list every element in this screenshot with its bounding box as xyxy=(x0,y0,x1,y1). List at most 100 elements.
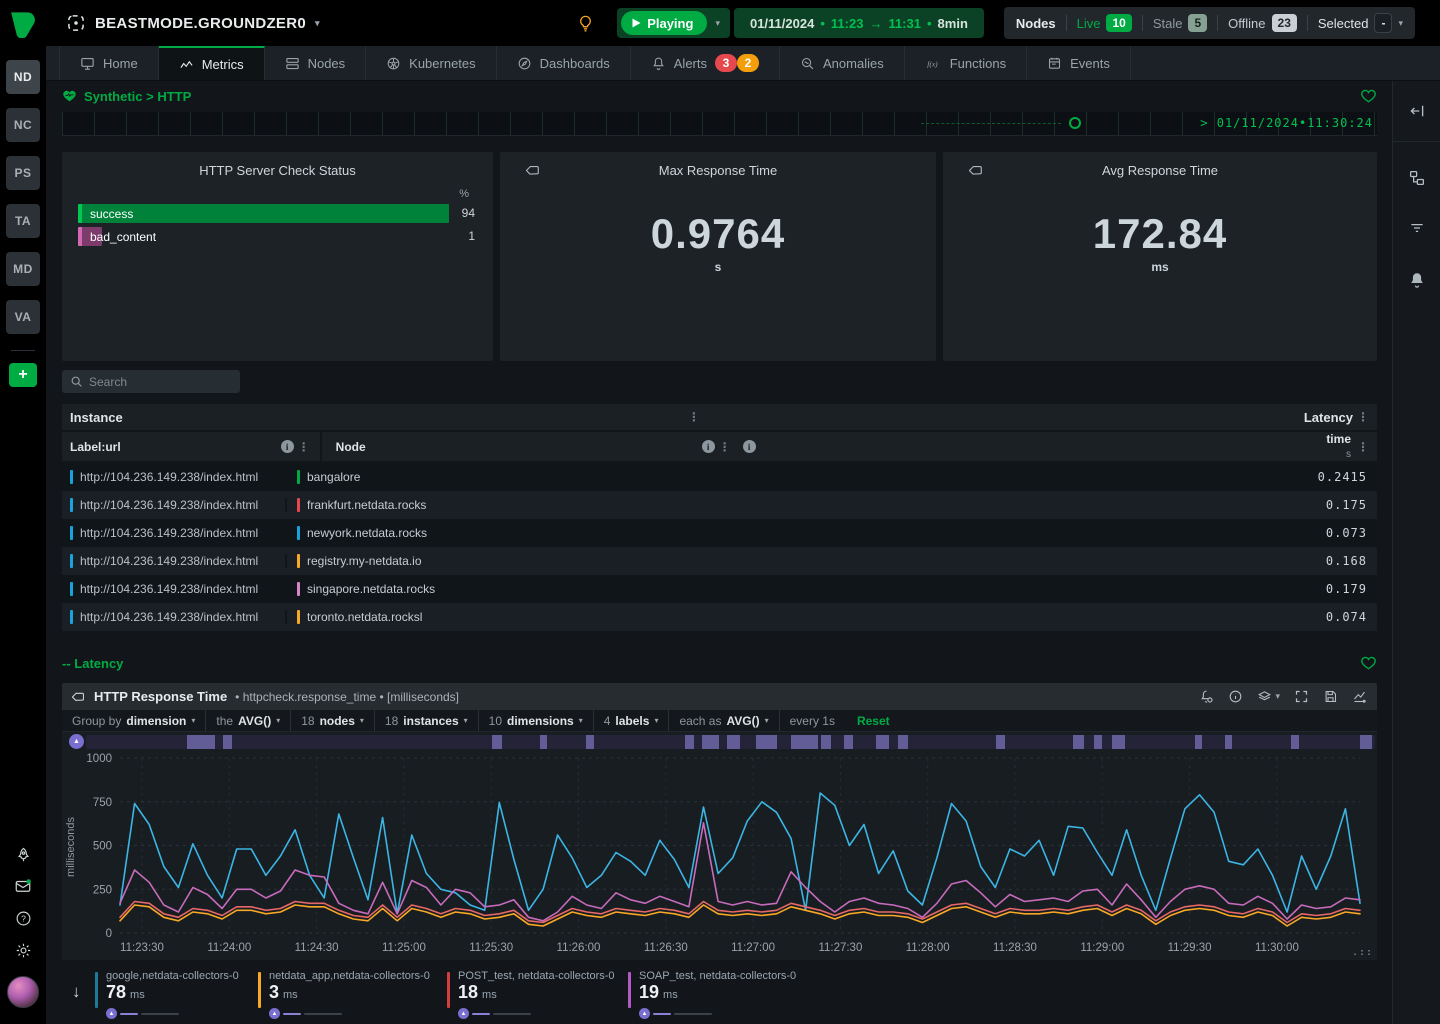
alerts-warning-badge[interactable]: 2 xyxy=(737,54,759,72)
annotate-icon[interactable] xyxy=(1352,689,1367,704)
aggregate-dropdown[interactable]: theAVG()▾ xyxy=(206,710,291,731)
anomaly-block xyxy=(821,735,831,749)
kebab-menu-icon[interactable]: ⋮ xyxy=(715,440,735,454)
reset-button[interactable]: Reset xyxy=(845,714,902,728)
status-bar[interactable]: bad_content 1 xyxy=(78,227,449,249)
table-row[interactable]: http://104.236.149.238/index.html bangal… xyxy=(62,463,1377,491)
table-row[interactable]: http://104.236.149.238/index.html newyor… xyxy=(62,519,1377,547)
space-name-dropdown[interactable]: BEASTMODE.GROUNDZER0 ▾ xyxy=(66,13,320,33)
nodes-dropdown[interactable]: 18nodes▾ xyxy=(291,710,375,731)
anomaly-slider[interactable]: ▲ xyxy=(106,1008,239,1019)
instance-group-header: Instance xyxy=(62,410,123,425)
anomaly-slider[interactable]: ▲ xyxy=(639,1008,796,1019)
kebab-menu-icon[interactable]: ⋮ xyxy=(684,410,704,424)
anomaly-block xyxy=(1195,735,1203,749)
tab-functions[interactable]: f(x) Functions xyxy=(905,46,1027,80)
search-box[interactable] xyxy=(62,370,240,393)
news-bulb-icon[interactable] xyxy=(576,14,595,33)
playhead-marker[interactable] xyxy=(1069,117,1081,129)
breadcrumb[interactable]: Synthetic > HTTP xyxy=(62,89,191,104)
info-icon[interactable]: i xyxy=(743,440,756,453)
playing-pill[interactable]: Playing xyxy=(621,11,707,35)
http-check-status-card[interactable]: HTTP Server Check Status % success 94 ba… xyxy=(62,152,493,361)
anomaly-slider[interactable]: ▲ xyxy=(269,1008,430,1019)
bell-icon xyxy=(651,56,666,71)
chart-type-dropdown-icon[interactable]: ▾ xyxy=(1257,689,1280,704)
netdata-logo[interactable] xyxy=(0,0,46,46)
fullscreen-icon[interactable] xyxy=(1294,689,1309,704)
alerts-critical-badge[interactable]: 3 xyxy=(715,54,737,72)
tab-kubernetes[interactable]: Kubernetes xyxy=(366,46,497,80)
kebab-menu-icon[interactable]: ⋮ xyxy=(294,440,314,454)
avg-response-time-card[interactable]: Avg Response Time 172.84 ms xyxy=(943,152,1377,361)
help-icon[interactable]: ? xyxy=(0,902,46,934)
nodes-offline-chip[interactable]: Offline 23 xyxy=(1228,14,1297,32)
anomaly-block xyxy=(1291,735,1299,749)
y-axis-tick-label: 500 xyxy=(93,841,112,853)
info-icon[interactable]: i xyxy=(281,440,294,453)
anomaly-block xyxy=(791,735,818,749)
table-row[interactable]: http://104.236.149.238/index.html regist… xyxy=(62,547,1377,575)
save-icon[interactable] xyxy=(1323,689,1338,704)
playback-control[interactable]: Playing ▾ xyxy=(617,8,730,38)
nodes-stale-chip[interactable]: Stale 5 xyxy=(1153,14,1207,32)
group-by-dropdown[interactable]: Group bydimension▾ xyxy=(62,710,206,731)
status-bar[interactable]: success 94 xyxy=(78,204,449,226)
info-circle-icon[interactable] xyxy=(1228,689,1243,704)
time-scrubber[interactable]: > 01/11/2024•11:30:24 xyxy=(62,112,1377,136)
space-tile-va[interactable]: VA xyxy=(6,300,40,334)
max-response-time-card[interactable]: Max Response Time 0.9764 s xyxy=(500,152,936,361)
line-chart-plot[interactable]: 11:23:3011:24:0011:24:3011:25:0011:25:30… xyxy=(62,751,1377,960)
nodes-live-chip[interactable]: Live 10 xyxy=(1077,14,1132,32)
info-icon[interactable]: i xyxy=(702,440,715,453)
legend-scroll-down-icon[interactable]: ↓ xyxy=(72,982,81,1002)
kebab-menu-icon[interactable]: ⋮ xyxy=(1353,410,1373,424)
each-as-dropdown[interactable]: each asAVG()▾ xyxy=(669,710,779,731)
tab-alerts[interactable]: Alerts 3 2 xyxy=(631,46,780,80)
tab-metrics[interactable]: Metrics xyxy=(159,46,265,80)
rocket-icon[interactable] xyxy=(0,838,46,870)
legend-item-netdata-app[interactable]: netdata_app,netdata-collectors-0 3ms ▲ xyxy=(258,970,430,1019)
url-color-mark xyxy=(70,610,73,624)
node-hierarchy-icon[interactable] xyxy=(1393,156,1440,200)
anomaly-block xyxy=(1112,735,1125,749)
legend-item-google[interactable]: google,netdata-collectors-0 78ms ▲ xyxy=(95,970,239,1019)
kebab-menu-icon[interactable]: ⋮ xyxy=(1353,440,1373,454)
user-avatar[interactable] xyxy=(7,976,39,1008)
legend-item-post-test[interactable]: POST_test, netdata-collectors-0 18ms ▲ xyxy=(447,970,615,1019)
time-from: 11:23 xyxy=(831,16,864,31)
table-row[interactable]: http://104.236.149.238/index.html toront… xyxy=(62,603,1377,631)
node-color-mark xyxy=(297,470,300,484)
add-space-button[interactable]: + xyxy=(9,363,37,387)
alert-settings-icon[interactable] xyxy=(1199,689,1214,704)
tab-nodes[interactable]: Nodes xyxy=(265,46,367,80)
collapse-panel-icon[interactable] xyxy=(1393,89,1440,133)
space-tile-nc[interactable]: NC xyxy=(6,108,40,142)
filter-icon[interactable] xyxy=(1393,206,1440,250)
inbox-notification-icon[interactable] xyxy=(0,870,46,902)
legend-item-soap-test[interactable]: SOAP_test, netdata-collectors-0 19ms ▲ xyxy=(628,970,796,1019)
space-tile-ps[interactable]: PS xyxy=(6,156,40,190)
labels-dropdown[interactable]: 4labels▾ xyxy=(594,710,670,731)
nodes-selected-dropdown[interactable]: Selected - ▾ xyxy=(1318,13,1403,33)
alerts-bell-icon[interactable] xyxy=(1393,258,1440,302)
tab-home[interactable]: Home xyxy=(59,46,159,80)
anomaly-ribbon[interactable] xyxy=(86,735,1375,749)
space-tile-nd[interactable]: ND xyxy=(6,60,40,94)
tab-anomalies[interactable]: Anomalies xyxy=(780,46,905,80)
tab-dashboards[interactable]: Dashboards xyxy=(497,46,631,80)
dimensions-dropdown[interactable]: 10dimensions▾ xyxy=(479,710,594,731)
tab-events[interactable]: Events xyxy=(1027,46,1131,80)
date-range-picker[interactable]: 01/11/2024 • 11:23 → 11:31 • 8min xyxy=(734,8,984,38)
search-input[interactable] xyxy=(89,375,219,389)
settings-gear-icon[interactable] xyxy=(0,934,46,966)
table-row[interactable]: http://104.236.149.238/index.html frankf… xyxy=(62,491,1377,519)
table-row[interactable]: http://104.236.149.238/index.html singap… xyxy=(62,575,1377,603)
space-tile-ta[interactable]: TA xyxy=(6,204,40,238)
favorite-heart-icon[interactable] xyxy=(1360,88,1377,104)
instances-dropdown[interactable]: 18instances▾ xyxy=(375,710,479,731)
chart-resize-handle[interactable]: .:: xyxy=(1352,947,1373,958)
anomaly-slider[interactable]: ▲ xyxy=(458,1008,615,1019)
favorite-heart-icon[interactable] xyxy=(1360,655,1377,671)
space-tile-md[interactable]: MD xyxy=(6,252,40,286)
